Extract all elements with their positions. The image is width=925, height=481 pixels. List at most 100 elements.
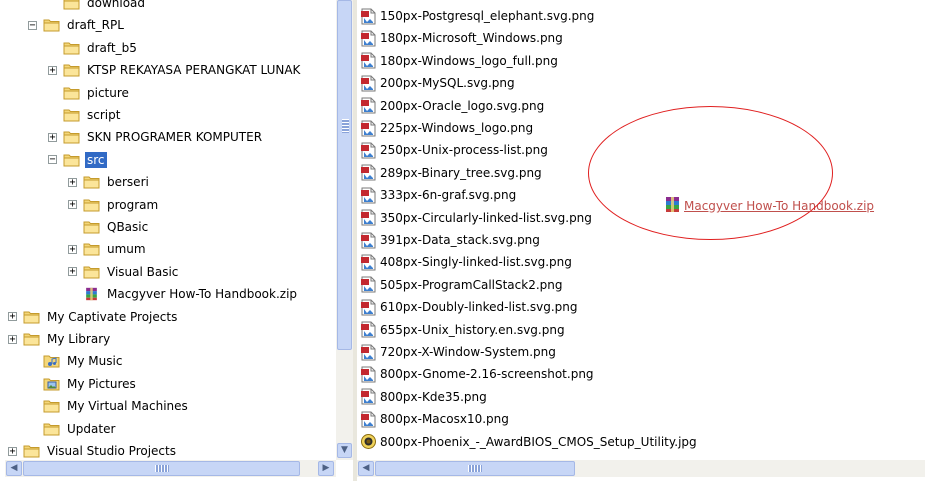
expand-icon[interactable]: + xyxy=(68,244,77,254)
expand-icon[interactable]: + xyxy=(8,446,17,456)
expand-icon[interactable]: + xyxy=(48,65,57,75)
tree-item-label: Visual Basic xyxy=(107,264,179,279)
file-item[interactable]: 800px-Gnome-2.16-screenshot.png xyxy=(360,364,594,384)
file-horizontal-scrollbar[interactable]: ◀ xyxy=(357,460,925,477)
tree-item[interactable]: draft_b5 xyxy=(63,38,139,58)
file-name: 505px-ProgramCallStack2.png xyxy=(380,277,563,292)
folder-icon xyxy=(83,265,105,279)
folder-icon xyxy=(83,220,105,234)
file-item[interactable]: 180px-Windows_logo_full.png xyxy=(360,51,558,71)
tree-item[interactable]: + My Library xyxy=(8,329,112,349)
file-item[interactable]: 610px-Doubly-linked-list.svg.png xyxy=(360,297,578,317)
tree-item-label: My Captivate Projects xyxy=(47,309,178,324)
tree-item-label: picture xyxy=(87,85,129,100)
expand-icon[interactable]: + xyxy=(48,132,57,142)
folder-icon xyxy=(23,444,45,458)
file-name: 350px-Circularly-linked-list.svg.png xyxy=(380,210,592,225)
folder-icon xyxy=(83,175,105,189)
tree-item-label: SKN PROGRAMER KOMPUTER xyxy=(87,130,263,145)
folder-icon xyxy=(43,18,65,32)
file-item[interactable]: 333px-6n-graf.svg.png xyxy=(360,185,516,205)
folder-icon xyxy=(43,422,65,436)
folder-icon xyxy=(43,399,65,413)
music-folder-icon xyxy=(43,354,65,368)
tree-vertical-scrollbar[interactable]: ▼ xyxy=(336,0,353,460)
expand-icon[interactable]: + xyxy=(68,177,77,187)
tree-hscroll-thumb[interactable] xyxy=(23,461,300,476)
file-item[interactable]: 225px-Windows_logo.png xyxy=(360,118,533,138)
file-item[interactable]: 655px-Unix_history.en.svg.png xyxy=(360,320,565,340)
expand-icon[interactable]: + xyxy=(8,334,17,344)
expand-icon[interactable]: + xyxy=(68,267,77,277)
tree-item[interactable]: QBasic xyxy=(83,217,150,237)
tree-item[interactable]: + program xyxy=(68,195,160,215)
folder-icon xyxy=(63,41,85,55)
jpg-image-icon xyxy=(360,433,380,450)
png-image-icon xyxy=(360,366,380,383)
file-item[interactable]: 200px-MySQL.svg.png xyxy=(360,73,515,93)
tree-item[interactable]: + My Captivate Projects xyxy=(8,307,179,327)
tree-item-label: Visual Studio Projects xyxy=(47,444,176,458)
png-image-icon xyxy=(360,187,380,204)
tree-item[interactable]: Macgyver How-To Handbook.zip xyxy=(83,284,299,304)
expand-icon[interactable]: + xyxy=(68,200,77,210)
tree-item[interactable]: Updater xyxy=(43,419,117,439)
expand-icon[interactable]: + xyxy=(8,312,17,322)
tree-item-label: berseri xyxy=(107,175,149,190)
tree-item[interactable]: + Visual Studio Projects xyxy=(8,441,178,460)
tree-item[interactable]: My Pictures xyxy=(43,374,138,394)
tree-item[interactable]: + berseri xyxy=(68,172,151,192)
tree-item[interactable]: + SKN PROGRAMER KOMPUTER xyxy=(48,127,264,147)
collapse-icon[interactable]: − xyxy=(48,155,57,165)
folder-icon xyxy=(63,0,85,10)
tree-item-label: src xyxy=(85,151,107,168)
png-image-icon xyxy=(360,120,380,137)
file-item[interactable]: 800px-Macosx10.png xyxy=(360,409,509,429)
tree-item[interactable]: picture xyxy=(63,83,131,103)
tree-scroll-thumb[interactable] xyxy=(337,0,352,350)
png-image-icon xyxy=(360,97,380,114)
tree-horizontal-scrollbar[interactable]: ◀ ▶ xyxy=(5,460,336,477)
file-item[interactable]: 408px-Singly-linked-list.svg.png xyxy=(360,252,572,272)
tree-item[interactable]: download xyxy=(63,0,147,13)
file-item[interactable]: 180px-Microsoft_Windows.png xyxy=(360,28,563,48)
file-item[interactable]: 505px-ProgramCallStack2.png xyxy=(360,275,563,295)
tree-item-label: My Virtual Machines xyxy=(67,399,188,414)
file-item[interactable]: 250px-Unix-process-list.png xyxy=(360,140,548,160)
file-scroll-left-button[interactable]: ◀ xyxy=(358,461,374,476)
file-item[interactable]: 150px-Postgresql_elephant.svg.png xyxy=(360,6,594,26)
png-image-icon xyxy=(360,30,380,47)
file-name: 800px-Gnome-2.16-screenshot.png xyxy=(380,367,594,382)
tree-scroll-right-button[interactable]: ▶ xyxy=(318,461,334,476)
tree-item[interactable]: + umum xyxy=(68,239,148,259)
file-item[interactable]: 800px-Phoenix_-_AwardBIOS_CMOS_Setup_Uti… xyxy=(360,432,697,452)
file-item[interactable]: 391px-Data_stack.svg.png xyxy=(360,230,540,250)
png-image-icon xyxy=(360,254,380,271)
file-hscroll-thumb[interactable] xyxy=(375,461,575,476)
pictures-folder-icon xyxy=(43,377,65,391)
file-name: 180px-Windows_logo_full.png xyxy=(380,53,558,68)
file-list[interactable]: 150px-Postgresql_elephant.svg.png 180px-M… xyxy=(357,0,925,460)
png-image-icon xyxy=(360,8,380,25)
png-image-icon xyxy=(360,164,380,181)
file-item[interactable]: 200px-Oracle_logo.svg.png xyxy=(360,96,544,116)
tree-item[interactable]: + Visual Basic xyxy=(68,262,180,282)
file-item[interactable]: 350px-Circularly-linked-list.svg.png xyxy=(360,208,592,228)
tree-item[interactable]: − src xyxy=(48,150,107,170)
file-item[interactable]: 720px-X-Window-System.png xyxy=(360,342,556,362)
tree-scroll-down-button[interactable]: ▼ xyxy=(337,443,352,458)
file-name: 408px-Singly-linked-list.svg.png xyxy=(380,255,572,270)
collapse-icon[interactable]: − xyxy=(28,20,37,30)
tree-item[interactable]: My Virtual Machines xyxy=(43,396,190,416)
png-image-icon xyxy=(360,299,380,316)
tree-item[interactable]: script xyxy=(63,105,122,125)
png-image-icon xyxy=(360,209,380,226)
zip-archive-icon xyxy=(83,287,105,301)
folder-tree[interactable]: download − draft_RPL draft_b5 + KTSP REKAYASA… xyxy=(5,0,336,460)
tree-item[interactable]: + KTSP REKAYASA PERANGKAT LUNAK xyxy=(48,60,302,80)
tree-scroll-left-button[interactable]: ◀ xyxy=(6,461,22,476)
file-item[interactable]: 800px-Kde35.png xyxy=(360,387,487,407)
tree-item[interactable]: My Music xyxy=(43,351,124,371)
file-item[interactable]: 289px-Binary_tree.svg.png xyxy=(360,163,542,183)
tree-item[interactable]: − draft_RPL xyxy=(28,15,126,35)
